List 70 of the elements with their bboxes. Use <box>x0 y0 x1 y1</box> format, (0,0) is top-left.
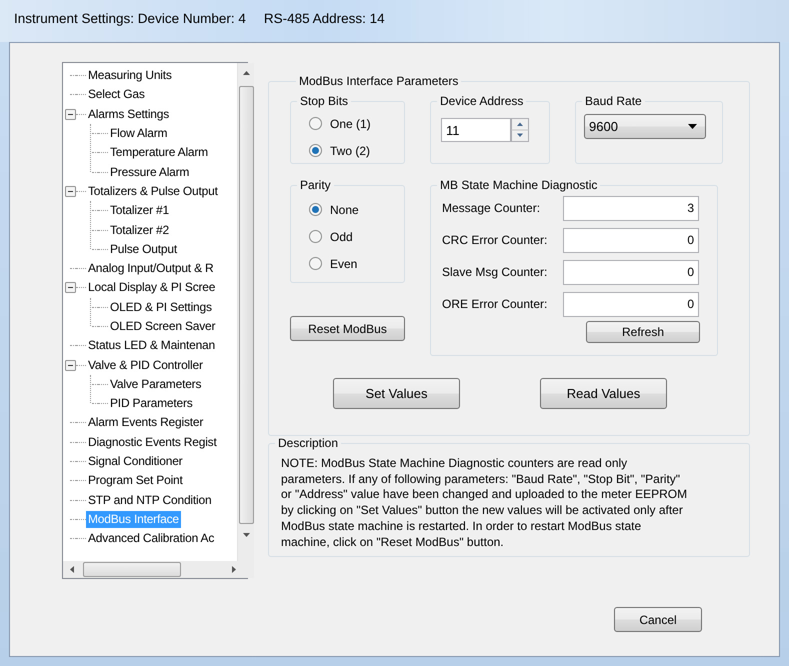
tree-item[interactable]: Signal Conditioner <box>86 453 184 470</box>
group-title: MB State Machine Diagnostic <box>439 178 598 192</box>
tree-item[interactable]: Pulse Output <box>108 240 179 258</box>
tree-item[interactable]: PID Parameters <box>108 395 195 412</box>
tree-item[interactable]: STP and NTP Condition <box>86 492 214 509</box>
radio-label: Odd <box>330 228 353 246</box>
radio-label: Two (2) <box>330 142 370 160</box>
tree-item[interactable]: Temperature Alarm <box>108 144 210 162</box>
tree-item[interactable]: Analog Input/Output & R <box>86 260 216 278</box>
baud-rate-dropdown[interactable]: 9600 <box>584 114 706 139</box>
counter-field[interactable]: 3 <box>563 196 699 220</box>
radio-button[interactable] <box>309 230 322 243</box>
tree-item[interactable]: Totalizer #2 <box>108 222 171 239</box>
read-values-button[interactable]: Read Values <box>540 378 667 409</box>
scrollbar-thumb[interactable] <box>238 86 254 524</box>
refresh-button[interactable]: Refresh <box>586 321 700 343</box>
group-title: Description <box>277 436 340 450</box>
tree-item[interactable]: Valve & PID Controller <box>86 356 205 374</box>
tree-item[interactable]: Diagnostic Events Regist <box>86 434 219 451</box>
group-title: Device Address <box>439 94 524 108</box>
spin-buttons[interactable] <box>511 118 529 142</box>
reset-modbus-button[interactable]: Reset ModBus <box>290 316 405 341</box>
counter-field[interactable]: 0 <box>563 228 699 252</box>
tree-item[interactable]: Flow Alarm <box>108 125 170 142</box>
collapse-icon[interactable] <box>65 108 76 120</box>
window-title: RS-485 Address: 14 <box>264 10 385 28</box>
tree-item[interactable]: OLED Screen Saver <box>108 318 218 335</box>
tree-item[interactable]: Select Gas <box>86 86 147 104</box>
field-label: CRC Error Counter: <box>442 232 548 249</box>
collapse-icon[interactable] <box>65 282 76 294</box>
scrollbar-thumb[interactable] <box>83 562 181 577</box>
set-values-button[interactable]: Set Values <box>333 378 460 409</box>
radio-label: One (1) <box>330 116 371 132</box>
group-title: ModBus Interface Parameters <box>298 74 460 88</box>
tree-item[interactable]: Status LED & Maintenan <box>86 337 218 354</box>
group-title: Parity <box>299 178 332 192</box>
address-field[interactable]: 11 <box>441 118 511 142</box>
tree-item[interactable]: Alarms Settings <box>86 106 172 123</box>
tree-item[interactable]: Measuring Units <box>86 67 174 84</box>
radio-button[interactable] <box>309 144 322 157</box>
tree-item[interactable]: Totalizers & Pulse Output <box>86 182 220 200</box>
collapse-icon[interactable] <box>65 186 76 197</box>
field-label: Message Counter: <box>442 200 540 217</box>
window-title: Instrument Settings: Device Number: 4 <box>14 10 246 28</box>
tree-item[interactable]: Advanced Calibration Ac <box>86 530 216 548</box>
radio-label: Even <box>330 256 358 272</box>
cancel-button[interactable]: Cancel <box>614 607 702 632</box>
field-label: Slave Msg Counter: <box>442 264 548 281</box>
radio-button[interactable] <box>309 117 322 130</box>
radio-button[interactable] <box>309 257 322 270</box>
scroll-left-icon[interactable] <box>69 565 75 574</box>
field-label: ORE Error Counter: <box>442 296 548 313</box>
tree-item[interactable]: Totalizer #1 <box>108 202 171 220</box>
counter-field[interactable]: 0 <box>563 292 699 316</box>
tree-item[interactable]: OLED & PI Settings <box>108 298 214 316</box>
collapse-icon[interactable] <box>65 360 76 371</box>
caret-icon <box>688 124 697 129</box>
scroll-up-icon[interactable] <box>242 70 250 76</box>
scroll-down-icon[interactable] <box>242 532 250 538</box>
group-title: Baud Rate <box>584 94 643 108</box>
tree-item[interactable]: Program Set Point <box>86 472 185 490</box>
radio-label: None <box>330 202 359 218</box>
tree-item[interactable]: Valve Parameters <box>108 376 204 393</box>
tree-item[interactable]: Pressure Alarm <box>108 164 192 181</box>
description-text: NOTE: ModBus State Machine Diagnostic counters are read only parameters. If any of following parameters: "Baud Rate", "Stop Bit", "Parity" or "Address" value have been changed and uploaded to the meter EEPROM by clicking on "Set Values" button the new values will be activated only after ModBus state machine is restarted. In order to restart ModBus state machine, click on "Reset ModBus" button. <box>281 456 688 550</box>
counter-field[interactable]: 0 <box>563 260 699 284</box>
radio-button[interactable] <box>309 203 322 216</box>
group-title: Stop Bits <box>299 94 350 108</box>
tree-item[interactable]: Local Display & PI Scree <box>86 279 218 296</box>
tree-item[interactable]: Alarm Events Register <box>86 414 206 432</box>
